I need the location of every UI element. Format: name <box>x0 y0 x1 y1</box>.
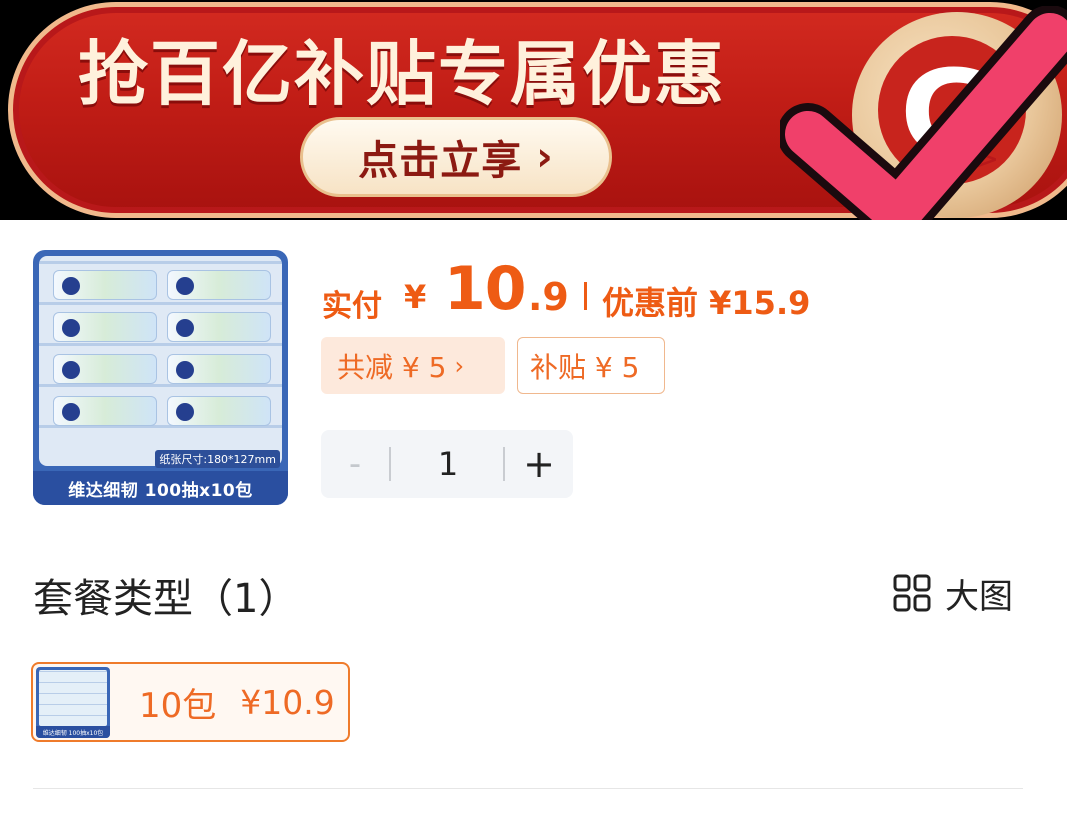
decrease-button[interactable]: - <box>321 430 389 498</box>
tissue-pack <box>53 396 157 426</box>
total-discount-label: 共减 ¥ 5 <box>337 350 447 384</box>
tissue-pack <box>167 396 271 426</box>
tissue-pack <box>167 354 271 384</box>
price-row: 实付 ¥ 10 .9 优惠前 ¥15.9 <box>322 248 862 324</box>
tissue-pack <box>53 312 157 342</box>
promo-banner[interactable]: 抢百亿补贴专属优惠 点击立享 › G > <box>0 0 1067 220</box>
price-separator <box>584 282 587 310</box>
claim-now-label: 点击立享 <box>358 138 523 184</box>
big-view-label: 大图 <box>945 576 1013 617</box>
grid-view-icon <box>893 574 931 612</box>
package-option-name: 10包 <box>139 685 217 726</box>
chevron-right-icon: › <box>454 351 465 380</box>
chevron-right-icon: › <box>536 134 554 180</box>
tissue-pack <box>167 270 271 300</box>
tissue-pack <box>53 270 157 300</box>
package-type-title: 套餐类型（1） <box>33 576 299 622</box>
original-price: 优惠前 ¥15.9 <box>602 284 811 322</box>
paper-size-tag: 纸张尺寸:180*127mm <box>155 450 280 468</box>
pay-amount-integer: 10 <box>444 254 526 324</box>
tissue-pack <box>53 354 157 384</box>
big-view-toggle[interactable]: 大图 <box>893 572 1013 617</box>
package-option-image <box>39 670 107 726</box>
tissue-pack <box>167 312 271 342</box>
product-image-packs <box>39 256 282 466</box>
claim-now-button[interactable]: 点击立享 › <box>300 117 612 197</box>
stepper-divider <box>389 447 391 481</box>
banner-title: 抢百亿补贴专属优惠 <box>78 33 726 115</box>
package-option-price: ¥10.9 <box>240 682 335 722</box>
section-divider <box>33 788 1023 789</box>
increase-button[interactable]: + <box>505 430 573 498</box>
total-discount-tag[interactable]: 共减 ¥ 5 › <box>321 337 505 394</box>
pay-amount-decimal: .9 <box>528 275 569 319</box>
package-option-label: 10包 ¥10.9 <box>139 664 335 740</box>
pay-currency: ¥ <box>404 278 427 316</box>
subsidy-tag: 补贴 ¥ 5 <box>517 337 665 394</box>
package-option-thumbnail: 维达细韧 100抽x10包 <box>36 667 110 738</box>
checkmark-icon <box>780 6 1067 220</box>
subsidy-label: 补贴 ¥ 5 <box>530 350 640 384</box>
package-option[interactable]: 维达细韧 100抽x10包 10包 ¥10.9 <box>31 662 350 742</box>
product-thumbnail[interactable]: 纸张尺寸:180*127mm 维达细韧 100抽x10包 <box>33 250 288 505</box>
pay-label: 实付 <box>322 289 382 324</box>
package-option-thumb-caption: 维达细韧 100抽x10包 <box>36 726 110 738</box>
quantity-value[interactable]: 1 <box>393 430 503 498</box>
product-caption: 维达细韧 100抽x10包 <box>33 471 288 505</box>
quantity-stepper: - 1 + <box>321 430 573 498</box>
